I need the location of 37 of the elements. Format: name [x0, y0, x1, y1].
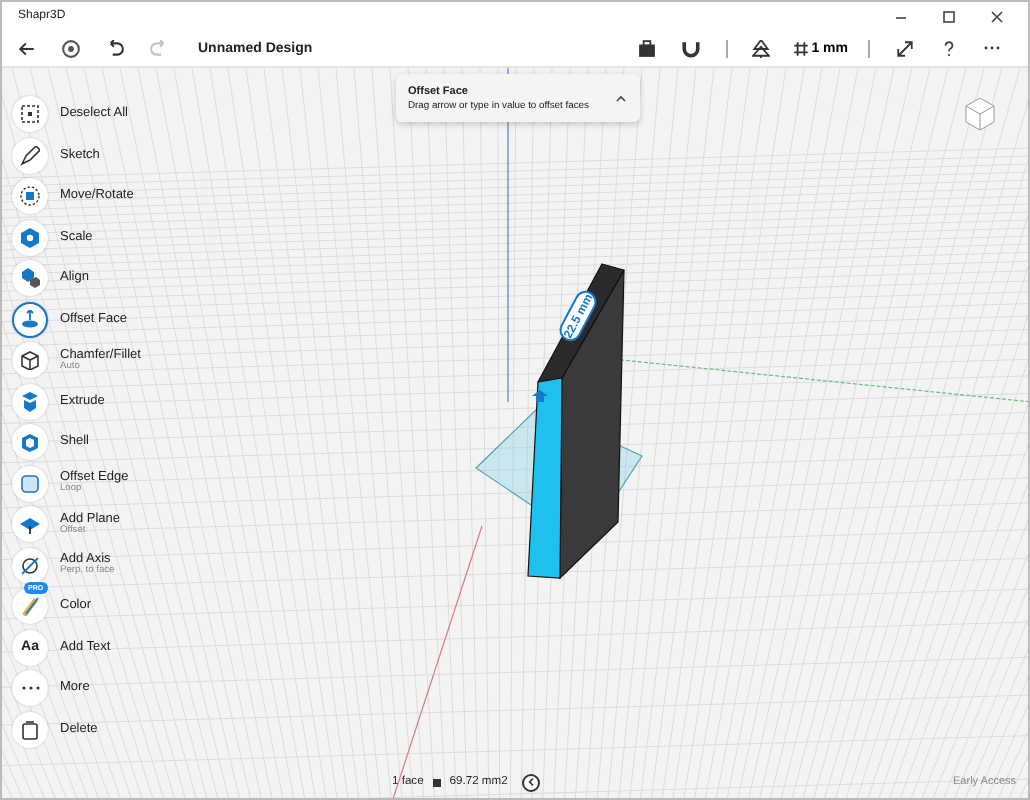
briefcase-icon [638, 39, 657, 57]
offset-edge-icon [20, 473, 40, 493]
extrude-icon [20, 391, 40, 411]
deselect-icon [20, 104, 40, 124]
back-icon [17, 39, 35, 57]
tool-button[interactable] [12, 547, 48, 583]
align-icon [20, 268, 40, 288]
magnet-icon [682, 39, 701, 57]
tree-icon [752, 39, 771, 57]
scale-icon [20, 227, 40, 247]
settings-icon [61, 39, 79, 57]
help-icon [939, 39, 957, 57]
tool-button[interactable] [12, 711, 48, 747]
chevron-left-icon [527, 778, 534, 786]
delete-icon [20, 719, 40, 739]
redo-icon [149, 39, 167, 57]
tool-button[interactable] [12, 137, 48, 173]
plane-icon [20, 514, 40, 534]
grid-icon [791, 39, 810, 57]
undo-icon [105, 39, 123, 57]
offset-face-icon [20, 309, 40, 329]
collapse-icon[interactable] [614, 91, 628, 105]
paint-icon [20, 596, 40, 616]
drag-handle-icon[interactable] [532, 390, 548, 402]
area-icon [431, 777, 442, 787]
move-icon [20, 186, 40, 206]
view-cube-icon[interactable] [965, 97, 995, 131]
tool-button[interactable] [12, 260, 48, 296]
tool-button[interactable] [12, 96, 48, 132]
shell-icon [20, 432, 40, 452]
pencil-icon [20, 145, 40, 165]
axis-icon [20, 555, 40, 575]
cube-icon [20, 350, 40, 370]
maximize-icon[interactable] [942, 9, 956, 23]
expand-icon [895, 39, 913, 57]
close-icon[interactable] [990, 9, 1004, 23]
tool-button[interactable] [12, 342, 48, 378]
